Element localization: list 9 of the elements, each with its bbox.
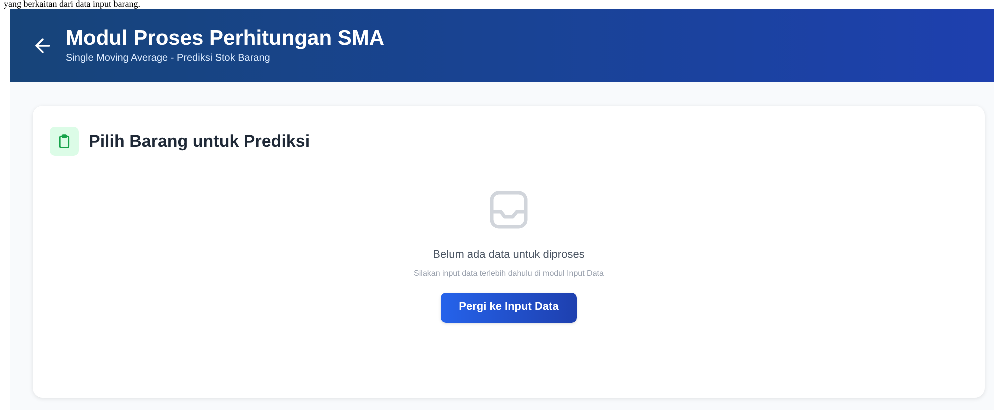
go-to-input-button[interactable]: Pergi ke Input Data <box>441 292 577 322</box>
empty-message: Belum ada data untuk diproses <box>433 248 585 263</box>
card-title: Pilih Barang untuk Prediksi <box>89 130 310 153</box>
empty-hint: Silakan input data terlebih dahulu di modul Input Data <box>414 268 604 280</box>
clipboard-icon <box>50 127 79 156</box>
page-subtitle: Single Moving Average - Prediksi Stok Barang <box>66 52 272 66</box>
page-title: Modul Proses Perhitungan SMA <box>66 26 385 52</box>
inbox-icon <box>489 190 529 230</box>
document-text: yang berkaitan dari data input barang. <box>4 0 140 9</box>
